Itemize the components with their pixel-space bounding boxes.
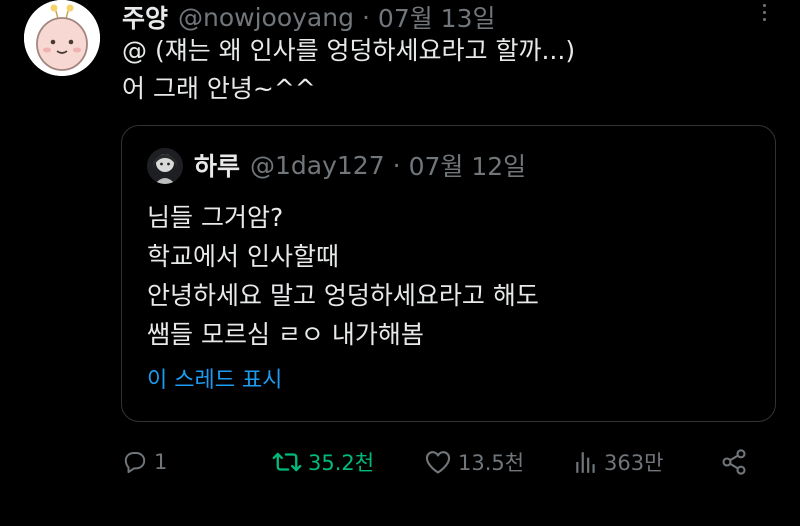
retweet-icon: [272, 452, 302, 472]
quoted-text-line: 안녕하세요 말고 엉덩하세요라고 해도: [147, 281, 539, 310]
reply-button[interactable]: 1: [122, 442, 167, 482]
more-options-icon[interactable]: [752, 0, 776, 24]
share-button[interactable]: [720, 442, 748, 482]
quoted-text-line: 쌤들 모르심 ㄹㅇ 내가해봄: [147, 320, 424, 349]
quoted-text-line: 학교에서 인사할때: [147, 242, 339, 271]
separator: ·: [392, 150, 401, 180]
tweet[interactable]: 주양 @nowjooyang · 07월 13일 @ (쟤는 왜 인사를 엉덩하…: [0, 0, 800, 526]
quoted-header: 하루 @1day127 · 07월 12일: [194, 148, 526, 182]
quoted-date[interactable]: 07월 12일: [409, 147, 527, 183]
bar-chart-icon: [576, 452, 595, 473]
tweet-text-line: 어 그래 안녕~^^: [122, 74, 316, 103]
quoted-author-handle[interactable]: @1day127: [250, 151, 385, 180]
reply-icon: [124, 452, 146, 474]
quoted-author-name[interactable]: 하루: [194, 147, 240, 183]
tweet-text-line: @ (쟤는 왜 인사를 엉덩하세요라고 할까...): [122, 36, 576, 65]
divider: [0, 508, 800, 526]
heart-icon: [425, 451, 451, 474]
show-thread-link[interactable]: 이 스레드 표시: [147, 366, 282, 396]
share-icon: [722, 449, 746, 475]
tweet-date[interactable]: 07월 13일: [378, 0, 496, 35]
views-count: 363만: [604, 451, 664, 475]
retweet-count: 35.2천: [308, 451, 375, 475]
views-button[interactable]: 363만: [574, 442, 663, 482]
separator: ·: [361, 2, 370, 32]
like-button[interactable]: 13.5천: [424, 442, 524, 482]
like-count: 13.5천: [458, 451, 525, 475]
tweet-header: 주양 @nowjooyang · 07월 13일: [122, 0, 496, 34]
author-avatar[interactable]: [24, 0, 100, 76]
reply-count: 1: [154, 450, 168, 474]
quoted-author-avatar[interactable]: [147, 148, 183, 184]
author-name[interactable]: 주양: [122, 0, 168, 35]
tweet-actions: 1 35.2천 13.5천 363만: [122, 442, 782, 482]
retweet-button[interactable]: 35.2천: [272, 442, 374, 482]
quoted-text-line: 님들 그거암?: [147, 203, 284, 232]
author-handle[interactable]: @nowjooyang: [178, 3, 354, 32]
quoted-tweet[interactable]: 하루 @1day127 · 07월 12일 님들 그거암? 학교에서 인사할때 …: [121, 125, 776, 422]
